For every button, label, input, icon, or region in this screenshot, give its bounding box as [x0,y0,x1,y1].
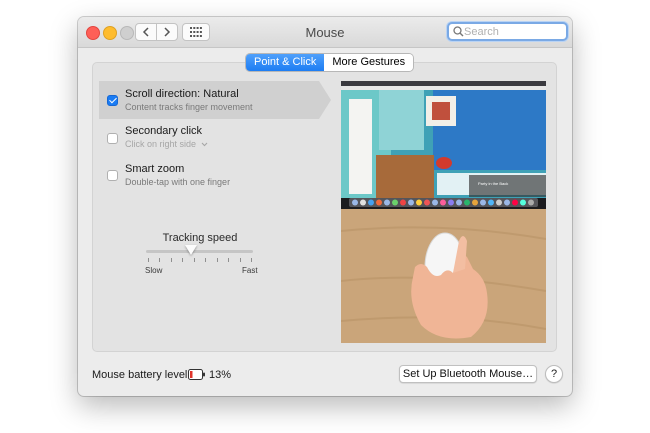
slow-label: Slow [145,266,163,275]
battery-low-icon [188,369,205,380]
preview-illustration: Party in the Back [341,81,546,343]
scroll-direction-checkbox[interactable] [107,95,118,106]
mouse-preferences-window: Mouse Point & Click More Gestures Scroll… [78,17,572,396]
tab-more-gestures[interactable]: More Gestures [324,54,414,71]
slider-tick [194,258,195,262]
chevron-down-icon [201,142,207,147]
secondary-click-checkbox[interactable] [107,133,118,144]
selection-arrow [319,81,331,119]
slider-tick [228,258,229,262]
scroll-direction-label: Scroll direction: Natural [125,88,239,100]
slider-tick [171,258,172,262]
battery-level-label: Mouse battery level: [92,369,191,381]
tab-bar: Point & Click More Gestures [246,54,414,71]
slider-tick [240,258,241,262]
svg-text:Party in the Back: Party in the Back [478,181,508,186]
slider-knob[interactable] [185,245,198,255]
gesture-preview-video: Party in the Back [341,81,546,343]
search-field[interactable] [447,22,568,41]
scroll-direction-description: Content tracks finger movement [125,102,253,112]
set-up-bluetooth-mouse-button[interactable]: Set Up Bluetooth Mouse… [399,365,537,383]
secondary-click-dropdown[interactable]: Click on right side [125,139,208,149]
help-button[interactable]: ? [545,365,563,383]
tracking-speed-label: Tracking speed [162,232,238,244]
tab-point-and-click[interactable]: Point & Click [246,54,325,71]
slider-tick [205,258,206,262]
search-input[interactable] [464,24,559,39]
slider-tick [148,258,149,262]
slider-tick [217,258,218,262]
slider-tick [251,258,252,262]
search-icon [453,26,464,37]
smart-zoom-checkbox[interactable] [107,170,118,181]
battery-percent: 13% [209,369,232,381]
secondary-click-option: Click on right side [125,139,197,149]
title-bar: Mouse [78,17,572,48]
slider-tick [159,258,160,262]
smart-zoom-label: Smart zoom [125,163,185,175]
tracking-speed-slider[interactable] [146,250,253,253]
smart-zoom-description: Double-tap with one finger [125,177,231,187]
option-row-scroll-direction[interactable] [99,81,319,119]
fast-label: Fast [242,266,258,275]
secondary-click-label: Secondary click [125,125,203,137]
slider-tick [182,258,183,262]
